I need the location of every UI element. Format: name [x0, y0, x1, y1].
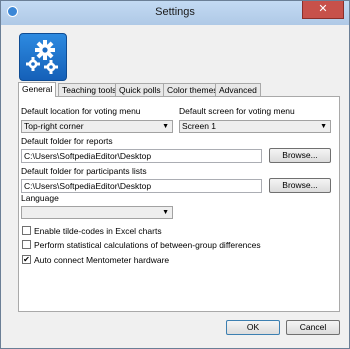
voting-screen-value: Screen 1	[182, 121, 217, 131]
tab-color-themes[interactable]: Color themes	[163, 83, 222, 96]
reports-folder-label: Default folder for reports	[21, 136, 113, 146]
tab-teaching-tools[interactable]: Teaching tools	[58, 83, 121, 96]
chevron-down-icon: ▼	[162, 123, 169, 130]
language-label: Language	[21, 193, 59, 203]
check-mark-icon: ✔	[23, 255, 30, 264]
auto-connect-label: Auto connect Mentometer hardware	[34, 255, 170, 265]
cancel-button[interactable]: Cancel	[286, 320, 340, 335]
statistics-checkbox[interactable]	[22, 240, 31, 249]
voting-screen-select[interactable]: Screen 1 ▼	[179, 120, 331, 133]
settings-window: Settings ✕ General Teaching tools Quick …	[0, 0, 350, 349]
voting-location-label: Default location for voting menu	[21, 106, 141, 116]
language-select[interactable]: ▼	[21, 206, 173, 219]
general-tab-panel: Default location for voting menu Top-rig…	[18, 96, 340, 312]
tilde-codes-checkbox[interactable]	[22, 226, 31, 235]
title-bar: Settings ✕	[1, 1, 349, 25]
participants-browse-button[interactable]: Browse...	[269, 178, 331, 193]
participants-folder-label: Default folder for participants lists	[21, 166, 147, 176]
settings-gears-icon	[19, 33, 67, 81]
reports-browse-button[interactable]: Browse...	[269, 148, 331, 163]
participants-folder-input[interactable]: C:\Users\SoftpediaEditor\Desktop	[21, 179, 262, 193]
voting-location-value: Top-right corner	[24, 121, 84, 131]
window-title: Settings	[155, 6, 195, 18]
tab-general[interactable]: General	[18, 82, 57, 97]
chevron-down-icon: ▼	[162, 209, 169, 216]
ok-button[interactable]: OK	[226, 320, 280, 335]
tab-advanced[interactable]: Advanced	[215, 83, 261, 96]
voting-location-select[interactable]: Top-right corner ▼	[21, 120, 173, 133]
close-button[interactable]: ✕	[302, 1, 344, 19]
statistics-label: Perform statistical calculations of betw…	[34, 240, 261, 250]
chevron-down-icon: ▼	[320, 123, 327, 130]
dialog-body: General Teaching tools Quick polls Color…	[8, 25, 342, 341]
auto-connect-checkbox[interactable]: ✔	[22, 255, 31, 264]
reports-folder-input[interactable]: C:\Users\SoftpediaEditor\Desktop	[21, 149, 262, 163]
voting-screen-label: Default screen for voting menu	[179, 106, 295, 116]
tilde-codes-label: Enable tilde-codes in Excel charts	[34, 226, 162, 236]
tab-quick-polls[interactable]: Quick polls	[115, 83, 165, 96]
